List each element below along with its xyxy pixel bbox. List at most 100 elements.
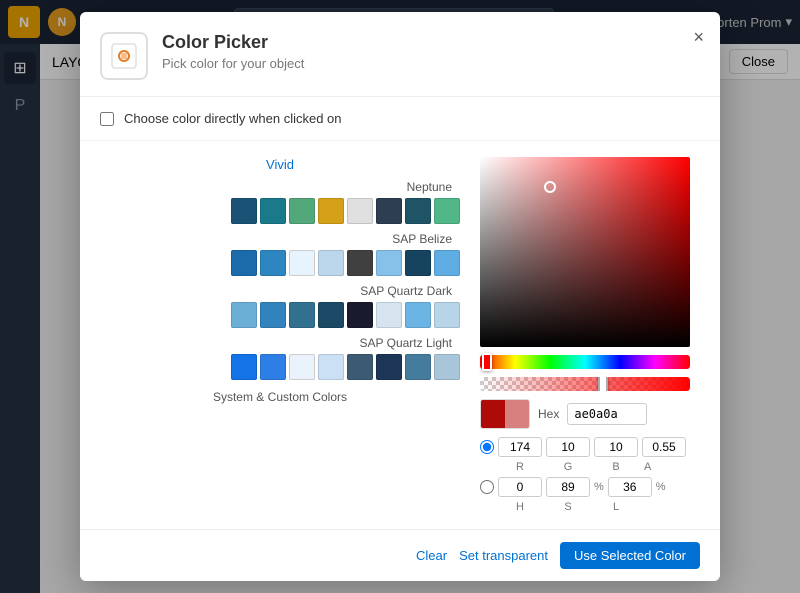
h-input[interactable]: [498, 477, 542, 497]
g-input[interactable]: [546, 437, 590, 457]
choose-color-checkbox[interactable]: [100, 112, 114, 126]
alpha-slider[interactable]: [480, 377, 690, 391]
neptune-swatches: [100, 198, 460, 224]
l-input[interactable]: [608, 477, 652, 497]
sap-quartz-dark-row-group: SAP Quartz Dark: [100, 284, 460, 328]
swatch[interactable]: [376, 354, 402, 380]
swatch[interactable]: [405, 250, 431, 276]
swatch[interactable]: [347, 302, 373, 328]
swatch[interactable]: [231, 250, 257, 276]
picker-section: Hex R G B A: [480, 157, 700, 513]
hex-row: Hex: [480, 399, 700, 429]
dialog-icon: [100, 32, 148, 80]
checkbox-label: Choose color directly when clicked on: [124, 111, 342, 126]
swatch[interactable]: [405, 198, 431, 224]
sap-quartz-dark-label: SAP Quartz Dark: [100, 284, 460, 298]
b-input[interactable]: [594, 437, 638, 457]
dialog-title: Color Picker: [162, 32, 304, 53]
b-label: B: [594, 461, 638, 473]
neptune-label: Neptune: [100, 180, 460, 194]
color-picker-dialog: Color Picker Pick color for your object …: [80, 12, 720, 581]
sap-belize-label: SAP Belize: [100, 232, 460, 246]
palette-footer: System & Custom Colors: [100, 390, 460, 404]
sap-quartz-light-label: SAP Quartz Light: [100, 336, 460, 350]
r-label: R: [498, 461, 542, 473]
swatch[interactable]: [231, 302, 257, 328]
a-input[interactable]: [642, 437, 686, 457]
swatch[interactable]: [318, 354, 344, 380]
swatch[interactable]: [347, 198, 373, 224]
swatch[interactable]: [318, 250, 344, 276]
swatch[interactable]: [289, 354, 315, 380]
swatch[interactable]: [434, 302, 460, 328]
hsl-channel-labels: H S L: [480, 501, 700, 513]
hsl-radio[interactable]: [480, 480, 494, 494]
s-label: S: [546, 501, 590, 513]
sap-quartz-dark-swatches: [100, 302, 460, 328]
swatch[interactable]: [434, 198, 460, 224]
rgb-channel-labels: R G B A: [480, 461, 700, 473]
color-picker-icon: [110, 42, 138, 70]
swatch[interactable]: [318, 198, 344, 224]
color-inputs: R G B A % % H: [480, 437, 700, 513]
sap-belize-swatches: [100, 250, 460, 276]
color-preview-current: [481, 400, 505, 428]
swatch[interactable]: [289, 198, 315, 224]
swatch[interactable]: [376, 302, 402, 328]
swatch[interactable]: [289, 250, 315, 276]
sap-belize-row-group: SAP Belize: [100, 232, 460, 276]
color-canvas[interactable]: [480, 157, 690, 347]
swatch[interactable]: [260, 250, 286, 276]
swatch[interactable]: [434, 354, 460, 380]
dialog-subtitle: Pick color for your object: [162, 56, 304, 71]
swatch[interactable]: [347, 250, 373, 276]
hex-label: Hex: [538, 407, 559, 421]
dialog-footer: Clear Set transparent Use Selected Color: [80, 529, 720, 581]
rgb-radio[interactable]: [480, 440, 494, 454]
r-input[interactable]: [498, 437, 542, 457]
dialog-overlay: Color Picker Pick color for your object …: [0, 0, 800, 593]
hsl-input-row: % %: [480, 477, 700, 497]
clear-button[interactable]: Clear: [416, 548, 447, 563]
use-selected-color-button[interactable]: Use Selected Color: [560, 542, 700, 569]
l-label: L: [594, 501, 638, 513]
swatch[interactable]: [260, 302, 286, 328]
swatch[interactable]: [318, 302, 344, 328]
swatch[interactable]: [434, 250, 460, 276]
color-gradient-dark: [480, 157, 690, 347]
l-unit: %: [656, 481, 666, 493]
swatch[interactable]: [376, 250, 402, 276]
dialog-header: Color Picker Pick color for your object …: [80, 12, 720, 97]
swatch[interactable]: [231, 354, 257, 380]
swatch[interactable]: [376, 198, 402, 224]
neptune-row-group: Neptune: [100, 180, 460, 224]
h-label: H: [498, 501, 542, 513]
swatch[interactable]: [347, 354, 373, 380]
s-input[interactable]: [546, 477, 590, 497]
dialog-close-button[interactable]: ×: [693, 28, 704, 46]
set-transparent-button[interactable]: Set transparent: [459, 548, 548, 563]
sap-quartz-light-row-group: SAP Quartz Light: [100, 336, 460, 380]
dialog-body: Vivid Neptune: [80, 141, 720, 529]
s-unit: %: [594, 481, 604, 493]
swatch[interactable]: [231, 198, 257, 224]
color-preview: [480, 399, 530, 429]
g-label: G: [546, 461, 590, 473]
color-preview-previous: [505, 400, 529, 428]
a-label: A: [644, 461, 651, 473]
sap-quartz-light-swatches: [100, 354, 460, 380]
hue-slider[interactable]: [480, 355, 690, 369]
swatch[interactable]: [289, 302, 315, 328]
swatch[interactable]: [405, 302, 431, 328]
hue-thumb: [482, 353, 492, 371]
swatch[interactable]: [405, 354, 431, 380]
alpha-overlay: [480, 377, 690, 391]
alpha-thumb: [598, 377, 608, 391]
hex-input[interactable]: [567, 403, 647, 425]
rgb-input-row: [480, 437, 700, 457]
swatch[interactable]: [260, 198, 286, 224]
swatch[interactable]: [260, 354, 286, 380]
dialog-title-area: Color Picker Pick color for your object: [162, 32, 304, 71]
checkbox-row: Choose color directly when clicked on: [80, 97, 720, 141]
palette-section: Vivid Neptune: [100, 157, 460, 513]
